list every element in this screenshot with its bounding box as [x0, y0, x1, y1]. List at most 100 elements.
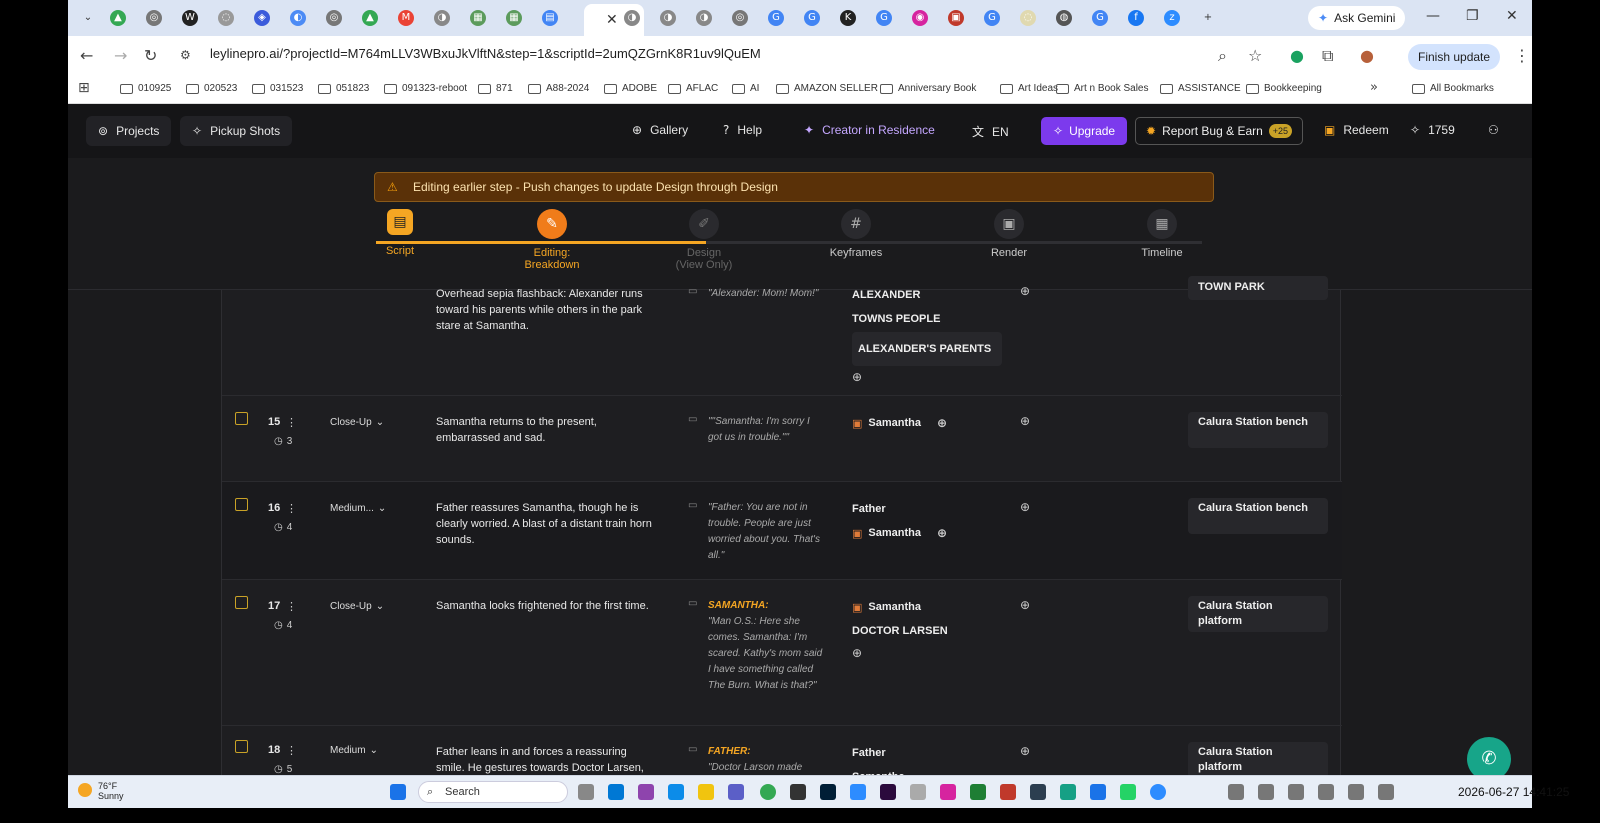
gallery-link[interactable]: ⊕ Gallery	[632, 123, 688, 137]
chrome-icon[interactable]	[760, 784, 776, 800]
bookmark-folder[interactable]: A88-2024	[528, 83, 589, 94]
menu-icon[interactable]: ⋮	[1514, 46, 1530, 65]
location-chip[interactable]: TOWN PARK	[1188, 276, 1328, 300]
bookmark-folder[interactable]: Anniversary Book	[880, 83, 976, 94]
row-checkbox[interactable]	[235, 498, 248, 511]
character-chip[interactable]: TOWNS PEOPLE	[852, 308, 1002, 330]
restore-icon[interactable]: ❐	[1466, 8, 1479, 24]
zoom-tab-icon[interactable]: z	[1164, 10, 1180, 26]
shot-type-select[interactable]: Close-Up ⌄	[330, 596, 402, 616]
tray-icon[interactable]	[1288, 784, 1304, 800]
projects-button[interactable]: ⊚ Projects	[86, 116, 172, 146]
taskbar-search[interactable]: ⌕ Search	[418, 781, 568, 803]
tab-icon[interactable]: ◈	[254, 10, 270, 26]
dialogue-cell[interactable]: SAMANTHA: "Man O.S.: Here she comes. Sama…	[708, 598, 826, 694]
tab-icon[interactable]: ◎	[146, 10, 162, 26]
tab-icon[interactable]: ◑	[696, 10, 712, 26]
google-tab-icon[interactable]: G	[876, 10, 892, 26]
bridge-icon[interactable]	[880, 784, 896, 800]
row-checkbox[interactable]	[235, 412, 248, 425]
add-character-icon[interactable]: ⊕	[937, 526, 947, 540]
tab-icon[interactable]: ▦	[470, 10, 486, 26]
add-prop-icon[interactable]: ⊕	[1020, 744, 1030, 758]
tab-icon[interactable]: ◎	[326, 10, 342, 26]
drive-tab-icon[interactable]: ▲	[362, 10, 378, 26]
system-clock[interactable]: 2026-06-27 14:41:25	[1458, 785, 1569, 799]
excel-icon[interactable]	[970, 784, 986, 800]
drive-tab-icon[interactable]: ▲	[110, 10, 126, 26]
new-tab-icon[interactable]: +	[1200, 10, 1216, 26]
extension-icon[interactable]: ●	[1290, 46, 1304, 65]
character-chip[interactable]: ▣ Samantha	[852, 596, 1002, 618]
pickup-shots-button[interactable]: ✧ Pickup Shots	[180, 116, 293, 146]
wifi-icon[interactable]	[1348, 784, 1364, 800]
forward-icon[interactable]: →	[114, 46, 127, 65]
character-chip[interactable]: ALEXANDER	[852, 284, 1002, 306]
shot-description[interactable]: Overhead sepia flashback: Alexander runs…	[436, 286, 656, 334]
add-prop-icon[interactable]: ⊕	[1020, 284, 1030, 298]
close-window-icon[interactable]: ✕	[1506, 8, 1518, 24]
help-link[interactable]: ? Help	[723, 123, 762, 137]
location-chip[interactable]: Calura Station platform	[1188, 742, 1328, 775]
bookmark-folder[interactable]: 091323-reboot	[384, 83, 467, 94]
bookmark-folder[interactable]: 010925	[120, 83, 171, 94]
app-icon[interactable]	[1060, 784, 1076, 800]
tray-icon[interactable]	[1318, 784, 1334, 800]
row-menu-icon[interactable]: ⋮	[286, 744, 297, 757]
tab-icon[interactable]: ◑	[660, 10, 676, 26]
tab-icon[interactable]: K	[840, 10, 856, 26]
more-bookmarks-icon[interactable]: »	[1370, 80, 1378, 95]
dialogue-text[interactable]: "Father: You are not in trouble. People …	[708, 500, 826, 564]
character-chip[interactable]: ▣ Samantha ⊕	[852, 522, 1002, 544]
row-checkbox[interactable]	[235, 596, 248, 609]
app-icon[interactable]	[608, 784, 624, 800]
volume-icon[interactable]	[1378, 784, 1394, 800]
add-character-icon[interactable]: ⊕	[937, 416, 947, 430]
add-character-icon[interactable]: ⊕	[852, 646, 862, 660]
tab-search-icon[interactable]: ⌄	[80, 10, 96, 26]
apps-grid-icon[interactable]: ⊞	[78, 80, 90, 96]
app-icon[interactable]	[1030, 784, 1046, 800]
reload-icon[interactable]: ↻	[144, 46, 157, 65]
dialogue-text[interactable]: "Alexander: Mom! Mom!"	[708, 286, 826, 302]
step-breakdown[interactable]: ✎ Editing: Breakdown	[492, 209, 612, 271]
app-icon[interactable]	[850, 784, 866, 800]
back-icon[interactable]: ←	[80, 46, 93, 65]
finish-update-button[interactable]: Finish update	[1408, 44, 1501, 70]
character-chip[interactable]: Samantha	[852, 766, 1002, 775]
dialogue-text[interactable]: ""Samantha: I'm sorry I got us in troubl…	[708, 414, 826, 446]
redeem-link[interactable]: ▣ Redeem	[1324, 123, 1389, 137]
bookmark-folder[interactable]: 871	[478, 83, 513, 94]
upgrade-button[interactable]: ✧ Upgrade	[1041, 117, 1128, 145]
task-view-icon[interactable]	[578, 784, 594, 800]
extensions-icon[interactable]: ⧉	[1322, 46, 1333, 66]
whatsapp-icon[interactable]	[1120, 784, 1136, 800]
credits-counter[interactable]: ✧ 1759	[1410, 123, 1455, 137]
bookmark-folder[interactable]: Art Ideas	[1000, 83, 1058, 94]
edge-icon[interactable]	[668, 784, 684, 800]
minimize-icon[interactable]: —	[1426, 8, 1440, 24]
tab-icon[interactable]: ◑	[624, 10, 640, 26]
bookmark-star-icon[interactable]: ☆	[1248, 46, 1262, 65]
tab-icon[interactable]: ◌	[1020, 10, 1036, 26]
add-prop-icon[interactable]: ⊕	[1020, 500, 1030, 514]
app-icon[interactable]	[910, 784, 926, 800]
row-menu-icon[interactable]: ⋮	[286, 502, 297, 515]
google-tab-icon[interactable]: G	[1092, 10, 1108, 26]
bookmark-folder[interactable]: 051823	[318, 83, 369, 94]
character-chip[interactable]: ▣ Samantha ⊕	[852, 412, 1002, 434]
bookmark-folder[interactable]: Bookkeeping	[1246, 83, 1322, 94]
character-chip[interactable]: Father	[852, 742, 1002, 764]
tab-icon[interactable]: ◐	[290, 10, 306, 26]
add-character-icon[interactable]: ⊕	[852, 370, 862, 384]
zoom-icon[interactable]	[1150, 784, 1166, 800]
zoom-icon[interactable]: ⌕	[1218, 46, 1227, 66]
tab-icon[interactable]: ◌	[218, 10, 234, 26]
tab-icon[interactable]: W	[182, 10, 198, 26]
shot-description[interactable]: Father leans in and forces a reassuring …	[436, 744, 656, 775]
close-tab-icon[interactable]: ✕	[606, 12, 618, 28]
bookmark-folder[interactable]: 031523	[252, 83, 303, 94]
user-menu-icon[interactable]: ⚇	[1488, 123, 1499, 137]
row-checkbox[interactable]	[235, 740, 248, 753]
bookmark-folder[interactable]: AMAZON SELLER	[776, 83, 878, 94]
